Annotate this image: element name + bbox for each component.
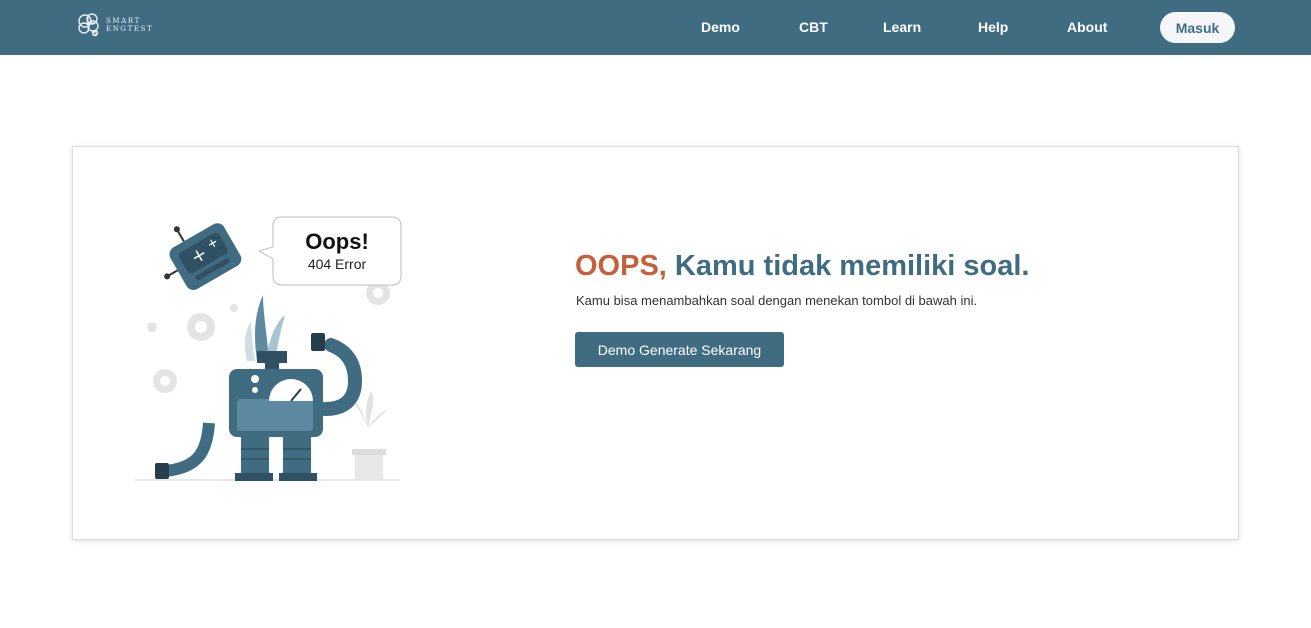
brand-logo[interactable]: SMART ENGTEST [74, 9, 164, 41]
bubble-subtitle: 404 Error [308, 256, 367, 272]
login-button[interactable]: Masuk [1160, 12, 1235, 43]
brain-logo-icon [78, 13, 99, 37]
error-description: Kamu bisa menambahkan soal dengan meneka… [576, 293, 978, 308]
nav-cbt[interactable]: CBT [799, 19, 828, 35]
brand-name-line2: ENGTEST [106, 25, 154, 33]
empty-state-card: Oops! 404 Error OOPS, Kamu tidak memilik… [72, 146, 1239, 540]
speech-bubble: Oops! 404 Error [257, 216, 402, 286]
top-navbar: SMART ENGTEST Demo CBT Learn Help About … [0, 0, 1311, 55]
nav-about[interactable]: About [1067, 19, 1107, 35]
neck-burst [244, 295, 287, 371]
robot-head [164, 223, 242, 290]
brand-name: SMART ENGTEST [106, 17, 153, 33]
headline-accent: OOPS, [575, 250, 667, 282]
nav-demo[interactable]: Demo [701, 19, 740, 35]
brand-name-line1: SMART [106, 17, 141, 25]
bubble-title: Oops! [305, 229, 369, 254]
nav-learn[interactable]: Learn [883, 19, 921, 35]
robot-body [229, 369, 323, 437]
demo-generate-button[interactable]: Demo Generate Sekarang [575, 332, 784, 367]
error-headline: OOPS, Kamu tidak memiliki soal. [575, 250, 1030, 283]
headline-text: Kamu tidak memiliki soal. [674, 250, 1030, 282]
broken-robot-illustration: Oops! 404 Error [135, 216, 402, 481]
nav-help[interactable]: Help [978, 19, 1008, 35]
